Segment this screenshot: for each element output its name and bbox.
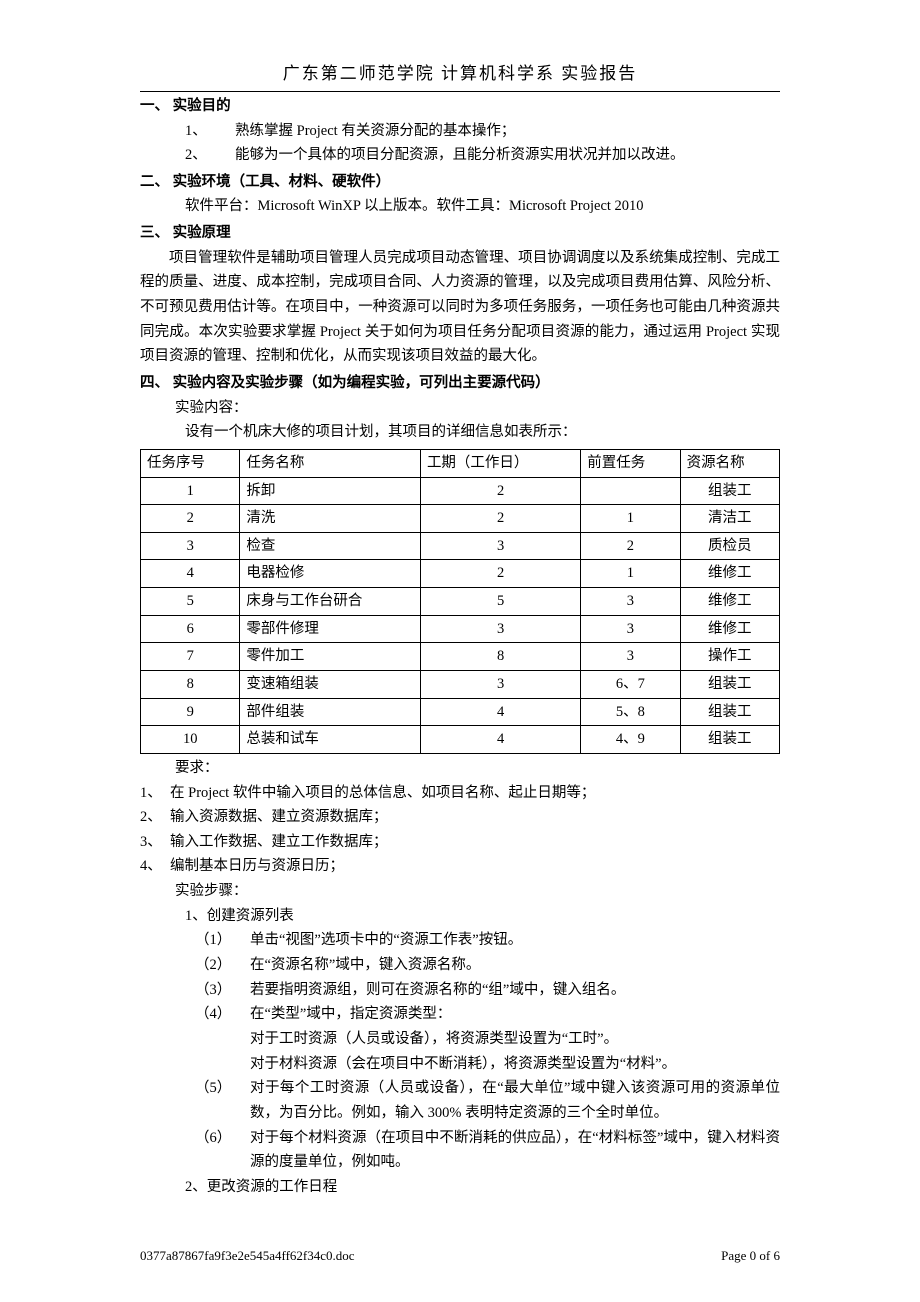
list-item: 1、 熟练掌握 Project 有关资源分配的基本操作； [185,119,780,144]
section-3-head: 三、 实验原理 [140,225,231,241]
requirement-list: 1、在 Project 软件中输入项目的总体信息、如项目名称、起止日期等； 2、… [140,781,780,880]
task-table: 任务序号 任务名称 工期（工作日） 前置任务 资源名称 1拆卸2组装工 2清洗2… [140,449,780,754]
section-2-text: 软件平台：Microsoft WinXP 以上版本。软件工具：Microsoft… [140,194,780,219]
table-row: 3检查32质检员 [141,532,780,560]
section-3-text: 项目管理软件是辅助项目管理人员完成项目动态管理、项目协调调度以及系统集成控制、完… [140,246,780,369]
footer-page-number: Page 0 of 6 [721,1245,780,1267]
substep-4b: 对于材料资源（会在项目中不断消耗），将资源类型设置为“材料”。 [185,1052,780,1077]
page: 广东第二师范学院 计算机科学系 实验报告 一、 实验目的 1、 熟练掌握 Pro… [0,0,920,1302]
th-dur: 工期（工作日） [420,449,580,477]
list-item: 3、输入工作数据、建立工作数据库； [140,830,780,855]
item-text: 熟练掌握 Project 有关资源分配的基本操作； [235,119,515,144]
section-1-items: 1、 熟练掌握 Project 有关资源分配的基本操作； 2、 能够为一个具体的… [140,119,780,168]
table-row: 8变速箱组装36、7组装工 [141,670,780,698]
list-item: 1、在 Project 软件中输入项目的总体信息、如项目名称、起止日期等； [140,781,780,806]
page-footer: 0377a87867fa9f3e2e545a4ff62f34c0.doc Pag… [140,1245,780,1267]
table-row: 10总装和试车44、9组装工 [141,726,780,754]
step-2: 2、更改资源的工作日程 [140,1175,780,1200]
step-1-title: 1、创建资源列表 [185,904,780,929]
substep: （6）对于每个材料资源（在项目中不断消耗的供应品），在“材料标签”域中，键入材料… [185,1126,780,1175]
requirement-label: 要求： [140,756,780,781]
substep: （2）在“资源名称”域中，键入资源名称。 [185,953,780,978]
table-row: 7零件加工83操作工 [141,643,780,671]
section-3: 三、 实验原理 [140,221,780,246]
item-number: 1、 [185,119,235,144]
table-row: 1拆卸2组装工 [141,477,780,505]
step-1: 1、创建资源列表 （1）单击“视图”选项卡中的“资源工作表”按钮。 （2）在“资… [140,904,780,1175]
section-2-head: 二、 实验环境（工具、材料、硬软件） [140,174,390,190]
item-text: 能够为一个具体的项目分配资源，且能分析资源实用状况并加以改进。 [235,143,685,168]
section-2: 二、 实验环境（工具、材料、硬软件） [140,170,780,195]
table-row: 5床身与工作台研合53维修工 [141,588,780,616]
step-2-title: 2、更改资源的工作日程 [185,1175,780,1200]
th-pred: 前置任务 [581,449,680,477]
substep: （4）在“类型”域中，指定资源类型： [185,1002,780,1027]
th-res: 资源名称 [680,449,779,477]
substep: （1）单击“视图”选项卡中的“资源工作表”按钮。 [185,928,780,953]
section-4: 四、 实验内容及实验步骤（如为编程实验，可列出主要源代码） [140,371,780,396]
item-number: 2、 [185,143,235,168]
list-item: 2、 能够为一个具体的项目分配资源，且能分析资源实用状况并加以改进。 [185,143,780,168]
footer-filename: 0377a87867fa9f3e2e545a4ff62f34c0.doc [140,1245,355,1267]
section-1-head: 一、 实验目的 [140,98,231,114]
project-intro: 设有一个机床大修的项目计划，其项目的详细信息如表所示： [140,420,780,445]
table-row: 9部件组装45、8组装工 [141,698,780,726]
table-row: 2清洗21清洁工 [141,505,780,533]
th-id: 任务序号 [141,449,240,477]
table-row: 4电器检修21维修工 [141,560,780,588]
th-name: 任务名称 [240,449,421,477]
substep: （3）若要指明资源组，则可在资源名称的“组”域中，键入组名。 [185,978,780,1003]
content-label: 实验内容： [140,396,780,421]
list-item: 2、输入资源数据、建立资源数据库； [140,805,780,830]
substep: （5）对于每个工时资源（人员或设备），在“最大单位”域中键入该资源可用的资源单位… [185,1076,780,1125]
table-row: 6零部件修理33维修工 [141,615,780,643]
section-4-head: 四、 实验内容及实验步骤（如为编程实验，可列出主要源代码） [140,375,550,391]
list-item: 4、编制基本日历与资源日历； [140,854,780,879]
section-1: 一、 实验目的 [140,94,780,119]
steps-label: 实验步骤： [140,879,780,904]
substep-4a: 对于工时资源（人员或设备），将资源类型设置为“工时”。 [185,1027,780,1052]
table-header-row: 任务序号 任务名称 工期（工作日） 前置任务 资源名称 [141,449,780,477]
page-header-title: 广东第二师范学院 计算机科学系 实验报告 [140,60,780,92]
